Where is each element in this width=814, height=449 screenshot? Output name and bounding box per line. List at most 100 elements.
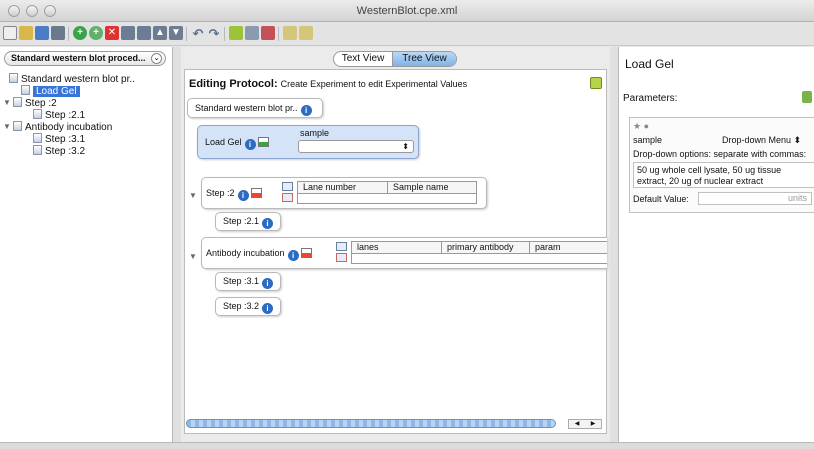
- protocol-selector-label: Standard western blot proced...: [11, 53, 146, 63]
- star-icon[interactable]: ★ ●: [633, 121, 649, 132]
- parameters-label: Parameters:: [623, 93, 678, 104]
- move-up-icon[interactable]: ▲: [153, 26, 167, 40]
- antibody-table[interactable]: lanes primary antibody param: [351, 241, 607, 264]
- info-icon[interactable]: i: [287, 250, 299, 261]
- tree-item-step-2-1[interactable]: Step :2.1: [33, 109, 85, 121]
- step-details-panel: Load Gel Parameters: ★ ● sample Drop-dow…: [618, 47, 814, 442]
- add-row-icon[interactable]: [282, 182, 293, 191]
- step-box-step-2[interactable]: Step :2 i Lane number Sample name: [201, 177, 487, 209]
- comment-icon[interactable]: [245, 26, 259, 40]
- scroll-right-icon[interactable]: ▶: [585, 420, 601, 428]
- param-type-dropdown[interactable]: Drop-down Menu ⬍: [722, 135, 801, 146]
- move-down-icon[interactable]: ▼: [169, 26, 183, 40]
- scroll-left-icon[interactable]: ◀: [569, 420, 585, 428]
- paste-step-icon[interactable]: [137, 26, 151, 40]
- step-box-step-3-2[interactable]: Step :3.2 i: [215, 297, 281, 316]
- disclosure-triangle-icon[interactable]: ▼: [189, 191, 197, 200]
- edit-mode-icon[interactable]: [590, 77, 602, 89]
- step-box-step-2-1[interactable]: Step :2.1 i: [215, 212, 281, 231]
- remove-row-icon[interactable]: [282, 193, 293, 202]
- options-label: Drop-down options: separate with commas:: [633, 149, 807, 159]
- tree-item-load-gel[interactable]: Load Gel: [21, 85, 80, 97]
- document-icon[interactable]: [283, 26, 297, 40]
- param-name[interactable]: sample: [633, 135, 662, 145]
- redo-icon[interactable]: ↷: [207, 26, 221, 40]
- scroll-arrows: ◀ ▶: [568, 419, 602, 429]
- tree-item-step-2[interactable]: ▼ Step :2: [3, 97, 57, 109]
- step-box-step-3-1[interactable]: Step :3.1 i: [215, 272, 281, 291]
- editing-hint: Create Experiment to edit Experimental V…: [280, 79, 468, 89]
- step-2-table[interactable]: Lane number Sample name: [297, 181, 477, 204]
- copy-step-icon[interactable]: [121, 26, 135, 40]
- toolbar: + + ✕ ▲ ▼ ↶ ↷: [0, 22, 814, 46]
- disclosure-triangle-icon[interactable]: ▼: [3, 121, 11, 133]
- tree-item-antibody-incubation[interactable]: ▼ Antibody incubation: [3, 121, 112, 133]
- column-header[interactable]: param: [530, 242, 607, 253]
- add-child-step-icon[interactable]: +: [89, 26, 103, 40]
- print-icon[interactable]: [299, 26, 313, 40]
- column-header[interactable]: Sample name: [388, 182, 476, 193]
- left-split-handle[interactable]: [173, 47, 181, 442]
- sample-dropdown[interactable]: ⬍: [298, 140, 414, 153]
- view-tabs: Text View Tree View: [333, 51, 457, 67]
- document-icon: [13, 97, 22, 107]
- editing-protocol-heading: Editing Protocol: Create Experiment to e…: [189, 78, 468, 90]
- parameter-editor: ★ ● sample Drop-down Menu ⬍ Drop-down op…: [629, 117, 814, 213]
- disclosure-triangle-icon[interactable]: ▼: [189, 252, 197, 261]
- window-title: WesternBlot.cpe.xml: [356, 5, 458, 17]
- step-title: Load Gel: [625, 57, 674, 71]
- document-icon: [33, 133, 42, 143]
- info-icon[interactable]: i: [237, 190, 249, 201]
- add-parameter-icon[interactable]: [802, 91, 812, 103]
- column-header[interactable]: Lane number: [298, 182, 388, 193]
- tag-icon[interactable]: [261, 26, 275, 40]
- tree-item-step-3-1[interactable]: Step :3.1: [33, 133, 85, 145]
- info-icon[interactable]: i: [262, 278, 274, 289]
- delete-step-icon[interactable]: ✕: [105, 26, 119, 40]
- table-row-controls[interactable]: [282, 182, 294, 204]
- document-icon: [21, 85, 30, 95]
- tree-item-root[interactable]: Standard western blot pr..: [9, 73, 135, 85]
- horizontal-scrollbar[interactable]: [186, 419, 556, 428]
- info-icon[interactable]: i: [262, 303, 274, 314]
- chevron-down-icon: ⌄: [151, 53, 162, 64]
- options-textarea[interactable]: 50 ug whole cell lysate, 50 ug tissue ex…: [633, 162, 814, 188]
- column-header[interactable]: lanes: [352, 242, 442, 253]
- editor-area: Text View Tree View Editing Protocol: Cr…: [181, 47, 610, 442]
- new-file-icon[interactable]: [3, 26, 17, 40]
- info-icon[interactable]: i: [244, 139, 256, 150]
- disclosure-triangle-icon[interactable]: ▼: [3, 97, 11, 109]
- undo-icon[interactable]: ↶: [191, 26, 205, 40]
- right-split-handle[interactable]: [610, 47, 618, 442]
- document-icon: [9, 73, 18, 83]
- open-folder-icon[interactable]: [19, 26, 33, 40]
- flag-icon[interactable]: [300, 248, 312, 258]
- add-row-icon[interactable]: [336, 242, 347, 251]
- remove-row-icon[interactable]: [336, 253, 347, 262]
- step-box-antibody-incubation[interactable]: Antibody incubation i lanes primary antibo…: [201, 237, 607, 269]
- save-icon[interactable]: [35, 26, 49, 40]
- edit-icon[interactable]: [229, 26, 243, 40]
- document-icon: [13, 121, 22, 131]
- table-row-controls[interactable]: [336, 242, 348, 264]
- status-bar: [0, 442, 814, 449]
- save-as-icon[interactable]: [51, 26, 65, 40]
- info-icon[interactable]: i: [300, 105, 312, 116]
- add-step-icon[interactable]: +: [73, 26, 87, 40]
- flag-icon[interactable]: [250, 188, 262, 198]
- tree-item-step-3-2[interactable]: Step :3.2: [33, 145, 85, 157]
- step-box-root[interactable]: Standard western blot pr.. i: [187, 98, 323, 118]
- column-header[interactable]: primary antibody: [442, 242, 530, 253]
- protocol-selector[interactable]: Standard western blot proced... ⌄: [4, 51, 166, 66]
- tab-tree-view[interactable]: Tree View: [392, 52, 456, 66]
- protocol-tree-panel: Standard western blot proced... ⌄ Standa…: [0, 47, 173, 442]
- default-value-field[interactable]: units: [698, 192, 812, 205]
- tab-text-view[interactable]: Text View: [334, 52, 392, 66]
- flag-icon[interactable]: [257, 137, 269, 147]
- info-icon[interactable]: i: [262, 218, 274, 229]
- document-icon: [33, 109, 42, 119]
- title-bar: WesternBlot.cpe.xml: [0, 0, 814, 22]
- editing-protocol-panel: Editing Protocol: Create Experiment to e…: [184, 69, 607, 434]
- document-icon: [33, 145, 42, 155]
- step-box-load-gel[interactable]: Load Gel i sample ⬍: [197, 125, 419, 159]
